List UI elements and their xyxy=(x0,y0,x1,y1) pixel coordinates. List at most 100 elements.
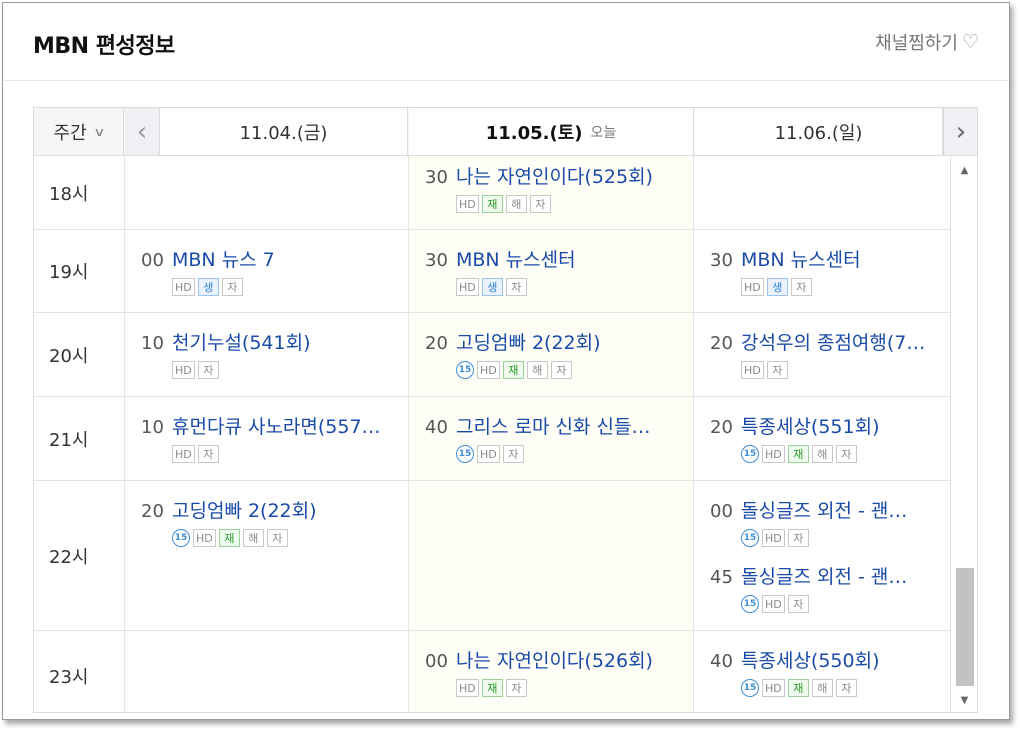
program-badges: HD 재 자 xyxy=(456,679,690,697)
day-cell: 30 MBN 뉴스센터 HD 생 자 xyxy=(409,230,694,312)
program-item[interactable]: 40 특종세상(550회) 15 HD 재 해 자 xyxy=(710,646,975,697)
program-item[interactable]: 30 나는 자연인이다(525회) HD 재 해 자 xyxy=(425,162,690,213)
program-minute: 10 xyxy=(141,333,164,354)
vertical-scrollbar[interactable]: ▲ ▼ xyxy=(951,156,977,712)
program-item[interactable]: 10 휴먼다큐 사노라면(557… HD 자 xyxy=(141,412,406,463)
program-badge: 재 xyxy=(481,679,503,697)
program-item[interactable]: 40 그리스 로마 신화 신들… 15 HD 자 xyxy=(425,412,690,463)
program-badge: HD xyxy=(762,679,785,697)
program-badges: HD 자 xyxy=(741,361,975,379)
favorite-channel-button[interactable]: 채널찜하기 ♡ xyxy=(875,29,979,55)
program-title-link[interactable]: MBN 뉴스센터 xyxy=(741,245,861,272)
program-badge: 자 xyxy=(529,195,551,213)
program-badge: 생 xyxy=(481,278,503,296)
next-day-button[interactable]: › xyxy=(943,108,977,155)
age-rating-badge: 15 xyxy=(741,679,759,697)
today-tag: 오늘 xyxy=(590,124,617,141)
day-header-3[interactable]: 11.06.(일) xyxy=(695,108,943,155)
program-badge: 자 xyxy=(550,361,572,379)
day-header-today[interactable]: 11.05.(토) 오늘 xyxy=(409,108,694,155)
program-title-link[interactable]: MBN 뉴스센터 xyxy=(456,245,576,272)
program-badge: HD xyxy=(456,195,479,213)
day-header-1[interactable]: 11.04.(금) xyxy=(160,108,408,155)
program-badge: 자 xyxy=(505,679,527,697)
program-line: 30 MBN 뉴스센터 xyxy=(425,245,690,272)
scroll-down-arrow-icon[interactable]: ▼ xyxy=(955,692,974,708)
program-badge: 해 xyxy=(811,445,833,463)
program-badge: HD xyxy=(172,445,195,463)
program-item[interactable]: 10 천기누설(541회) HD 자 xyxy=(141,328,406,379)
program-badges: 15 HD 자 xyxy=(456,445,690,463)
program-badges: 15 HD 자 xyxy=(741,595,975,613)
program-item[interactable]: 45 돌싱글즈 외전 - 괜… 15 HD 자 xyxy=(710,562,975,613)
program-title-link[interactable]: 강석우의 종점여행(7… xyxy=(741,328,925,355)
week-view-dropdown[interactable]: 주간 ∨ xyxy=(34,108,124,155)
program-minute: 00 xyxy=(710,501,733,522)
prev-day-button[interactable]: ‹ xyxy=(125,108,160,155)
program-badges: HD 자 xyxy=(172,445,406,463)
program-badge: HD xyxy=(741,278,764,296)
hour-label: 21시 xyxy=(34,397,125,480)
program-line: 30 나는 자연인이다(525회) xyxy=(425,162,690,189)
program-badge: 재 xyxy=(502,361,524,379)
page-title: MBN 편성정보 xyxy=(33,34,175,59)
program-title-link[interactable]: 나는 자연인이다(525회) xyxy=(456,162,653,189)
program-item[interactable]: 20 특종세상(551회) 15 HD 재 해 자 xyxy=(710,412,975,463)
program-badge: HD xyxy=(172,361,195,379)
program-badges: 15 HD 자 xyxy=(741,529,975,547)
program-badge: 해 xyxy=(811,679,833,697)
program-badge: 자 xyxy=(790,278,812,296)
program-badge: 자 xyxy=(197,361,219,379)
scroll-up-arrow-icon[interactable]: ▲ xyxy=(955,162,974,178)
program-badge: HD xyxy=(477,361,500,379)
program-item[interactable]: 00 돌싱글즈 외전 - 괜… 15 HD 자 xyxy=(710,496,975,547)
program-item[interactable]: 30 MBN 뉴스센터 HD 생 자 xyxy=(425,245,690,296)
program-badge: HD xyxy=(456,679,479,697)
program-minute: 20 xyxy=(141,501,164,522)
schedule-body: 18시 30 나는 자연인이다(525회) HD 재 해 자 19시 00 MBN 뉴스 7… xyxy=(34,156,977,712)
hour-label: 18시 xyxy=(34,156,125,229)
hour-label: 19시 xyxy=(34,230,125,312)
program-minute: 20 xyxy=(710,333,733,354)
program-item[interactable]: 30 MBN 뉴스센터 HD 생 자 xyxy=(710,245,975,296)
age-rating-badge: 15 xyxy=(741,529,759,547)
day-cell: 20 강석우의 종점여행(7… HD 자 xyxy=(694,313,951,396)
program-title-link[interactable]: 특종세상(551회) xyxy=(741,412,880,439)
chevron-left-icon: ‹ xyxy=(136,116,148,147)
program-title-link[interactable]: MBN 뉴스 7 xyxy=(172,245,275,272)
panel-header: MBN 편성정보 채널찜하기 ♡ xyxy=(3,3,1009,81)
program-minute: 20 xyxy=(710,417,733,438)
age-rating-badge: 15 xyxy=(741,595,759,613)
program-title-link[interactable]: 특종세상(550회) xyxy=(741,646,880,673)
program-line: 20 고딩엄빠 2(22회) xyxy=(425,328,690,355)
program-title-link[interactable]: 돌싱글즈 외전 - 괜… xyxy=(741,496,907,523)
program-title-link[interactable]: 고딩엄빠 2(22회) xyxy=(456,328,601,355)
program-item[interactable]: 00 나는 자연인이다(526회) HD 재 자 xyxy=(425,646,690,697)
program-badge: 해 xyxy=(505,195,527,213)
program-title-link[interactable]: 돌싱글즈 외전 - 괜… xyxy=(741,562,907,589)
program-badge: HD xyxy=(193,529,216,547)
program-badge: 자 xyxy=(835,679,857,697)
scroll-thumb[interactable] xyxy=(956,568,974,686)
program-minute: 30 xyxy=(425,167,448,188)
program-badge: 자 xyxy=(835,445,857,463)
program-badge: 자 xyxy=(766,361,788,379)
program-item[interactable]: 20 강석우의 종점여행(7… HD 자 xyxy=(710,328,975,379)
program-item[interactable]: 20 고딩엄빠 2(22회) 15 HD 재 해 자 xyxy=(141,496,406,547)
age-rating-badge: 15 xyxy=(172,529,190,547)
program-line: 40 특종세상(550회) xyxy=(710,646,975,673)
age-rating-badge: 15 xyxy=(741,445,759,463)
program-badge: 재 xyxy=(787,679,809,697)
program-badge: 생 xyxy=(766,278,788,296)
program-title-link[interactable]: 천기누설(541회) xyxy=(172,328,311,355)
age-rating-badge: 15 xyxy=(456,361,474,379)
program-badge: 자 xyxy=(221,278,243,296)
program-item[interactable]: 20 고딩엄빠 2(22회) 15 HD 재 해 자 xyxy=(425,328,690,379)
program-title-link[interactable]: 휴먼다큐 사노라면(557… xyxy=(172,412,381,439)
day-cell: 30 나는 자연인이다(525회) HD 재 해 자 xyxy=(409,156,694,229)
program-title-link[interactable]: 나는 자연인이다(526회) xyxy=(456,646,653,673)
program-title-link[interactable]: 고딩엄빠 2(22회) xyxy=(172,496,317,523)
program-item[interactable]: 00 MBN 뉴스 7 HD 생 자 xyxy=(141,245,406,296)
program-badge: HD xyxy=(456,278,479,296)
program-title-link[interactable]: 그리스 로마 신화 신들… xyxy=(456,412,650,439)
